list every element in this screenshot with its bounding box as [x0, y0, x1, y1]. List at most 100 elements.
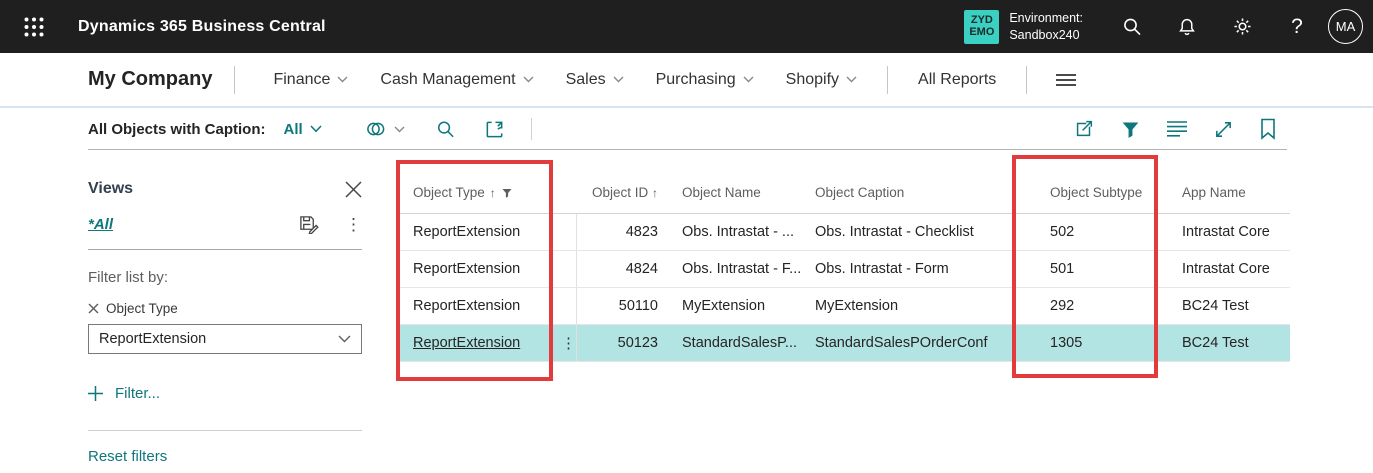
- settings-gear-icon[interactable]: [1229, 14, 1255, 40]
- active-view-link[interactable]: *All: [88, 216, 113, 233]
- chevron-down-icon: [337, 76, 348, 83]
- expand-fullscreen-icon[interactable]: [1213, 119, 1234, 140]
- object-type-link[interactable]: ReportExtension: [413, 224, 520, 240]
- object-name-cell: MyExtension: [682, 298, 766, 314]
- column-header-app-name[interactable]: App Name: [1181, 185, 1290, 200]
- column-header-object-id[interactable]: Object ID ↑: [577, 185, 658, 200]
- nav-divider: [234, 65, 236, 94]
- object-caption-cell: StandardSalesPOrderConf: [815, 335, 988, 351]
- views-panel: Views *All ⋮ Filter list by: Object Type…: [88, 180, 362, 465]
- remove-filter-icon[interactable]: [88, 303, 99, 314]
- scope-value: All: [283, 120, 303, 138]
- chevron-down-icon: [523, 76, 534, 83]
- chevron-down-icon: [743, 76, 754, 83]
- nav-divider: [887, 65, 889, 94]
- chevron-down-icon: [613, 76, 624, 83]
- table-row-selected[interactable]: ReportExtension ⋮ 50123 StandardSalesP..…: [400, 325, 1290, 362]
- close-views-icon[interactable]: [345, 180, 362, 198]
- nav-item-label: Finance: [273, 70, 331, 88]
- add-filter-label: Filter...: [115, 385, 161, 402]
- environment-badge-line1: ZYD: [970, 13, 993, 26]
- search-icon[interactable]: [1119, 14, 1145, 40]
- chevron-down-icon: [338, 335, 351, 343]
- filter-field-label: Object Type: [106, 301, 178, 316]
- nav-item-label: Shopify: [785, 70, 840, 88]
- nav-more-menu-icon[interactable]: [1041, 73, 1091, 87]
- nav-item-finance[interactable]: Finance: [257, 71, 364, 89]
- object-subtype-cell: 292: [1050, 298, 1075, 314]
- row-context-menu-icon[interactable]: ⋮: [561, 334, 576, 352]
- object-type-link[interactable]: ReportExtension: [413, 261, 520, 277]
- object-caption-cell: Obs. Intrastat - Checklist: [815, 224, 974, 240]
- views-panel-title: Views: [88, 180, 134, 197]
- app-name-cell: BC24 Test: [1182, 335, 1249, 351]
- object-caption-cell: MyExtension: [815, 298, 899, 314]
- table-row[interactable]: ReportExtension 4824 Obs. Intrastat - F.…: [400, 251, 1290, 288]
- sort-ascending-icon: ↑: [489, 185, 496, 200]
- table-row[interactable]: ReportExtension 4823 Obs. Intrastat - ..…: [400, 214, 1290, 251]
- column-header-object-type[interactable]: Object Type ↑: [400, 185, 577, 200]
- nav-item-cash-management[interactable]: Cash Management: [364, 71, 549, 89]
- object-type-link[interactable]: ReportExtension: [413, 335, 520, 351]
- environment-name: Sandbox240: [1009, 27, 1080, 42]
- list-toolbar: All Objects with Caption: All: [0, 108, 1373, 150]
- nav-item-shopify[interactable]: Shopify: [770, 71, 873, 89]
- choose-columns-icon[interactable]: [1166, 120, 1188, 138]
- page-caption: All Objects with Caption:: [88, 120, 266, 138]
- table-header-row: Object Type ↑ Object ID ↑ Object Name Ob…: [400, 150, 1290, 214]
- environment-label: Environment:: [1009, 10, 1083, 25]
- object-name-cell: StandardSalesP...: [682, 335, 798, 351]
- user-avatar[interactable]: MA: [1328, 9, 1363, 44]
- app-name-cell: BC24 Test: [1182, 298, 1249, 314]
- app-launcher-icon[interactable]: [14, 7, 54, 47]
- object-subtype-cell: 1305: [1050, 335, 1083, 351]
- navigation-bar: My Company Finance Cash Management Sales: [0, 53, 1373, 108]
- toolbar-separator: [530, 118, 532, 140]
- chevron-down-icon: [310, 125, 322, 133]
- filter-value: ReportExtension: [99, 331, 207, 347]
- filter-value-select[interactable]: ReportExtension: [88, 324, 362, 354]
- environment-badge[interactable]: ZYD EMO: [964, 9, 1000, 44]
- save-view-icon[interactable]: [298, 214, 319, 234]
- objects-table: Object Type ↑ Object ID ↑ Object Name Ob…: [400, 150, 1290, 362]
- nav-item-all-reports[interactable]: All Reports: [902, 71, 1012, 89]
- object-name-cell: Obs. Intrastat - ...: [682, 224, 795, 240]
- view-more-options-icon[interactable]: ⋮: [345, 216, 362, 233]
- object-id-cell: 4823: [625, 224, 658, 240]
- object-id-cell: 4824: [625, 261, 658, 277]
- views-divider: [88, 430, 362, 431]
- help-icon[interactable]: ?: [1284, 14, 1310, 40]
- app-name-cell: Intrastat Core: [1182, 224, 1270, 240]
- share-icon[interactable]: [1073, 118, 1095, 140]
- business-central-window: Dynamics 365 Business Central ZYD EMO En…: [0, 0, 1373, 473]
- nav-item-purchasing[interactable]: Purchasing: [640, 71, 770, 89]
- app-name-cell: Intrastat Core: [1182, 261, 1270, 277]
- chevron-down-icon: [846, 76, 857, 83]
- scope-dropdown[interactable]: All: [284, 121, 322, 138]
- object-subtype-cell: 502: [1050, 224, 1075, 240]
- notifications-bell-icon[interactable]: [1174, 14, 1200, 40]
- analysis-mode-icon[interactable]: [484, 119, 505, 140]
- filter-list-label: Filter list by:: [88, 269, 169, 286]
- reset-filters-button[interactable]: Reset filters: [88, 448, 362, 465]
- views-divider: [88, 249, 362, 250]
- app-title: Dynamics 365 Business Central: [78, 17, 326, 35]
- object-subtype-cell: 501: [1050, 261, 1075, 277]
- column-header-object-subtype[interactable]: Object Subtype: [1049, 185, 1181, 200]
- filter-toggle-icon[interactable]: [1120, 119, 1141, 140]
- object-id-cell: 50110: [618, 298, 658, 314]
- nav-divider: [1026, 65, 1028, 94]
- company-name-link[interactable]: My Company: [88, 68, 212, 91]
- column-header-object-caption[interactable]: Object Caption: [815, 185, 1049, 200]
- environment-badge-line2: EMO: [969, 25, 995, 38]
- nav-item-sales[interactable]: Sales: [550, 71, 640, 89]
- views-options-button[interactable]: [364, 118, 405, 140]
- nav-item-label: Purchasing: [655, 70, 736, 88]
- column-header-object-name[interactable]: Object Name: [658, 185, 815, 200]
- object-type-link[interactable]: ReportExtension: [413, 298, 520, 314]
- search-list-icon[interactable]: [435, 119, 456, 140]
- bookmark-icon[interactable]: [1259, 118, 1277, 140]
- add-filter-button[interactable]: Filter...: [88, 385, 362, 402]
- nav-item-label: Cash Management: [380, 70, 516, 88]
- table-row[interactable]: ReportExtension 50110 MyExtension MyExte…: [400, 288, 1290, 325]
